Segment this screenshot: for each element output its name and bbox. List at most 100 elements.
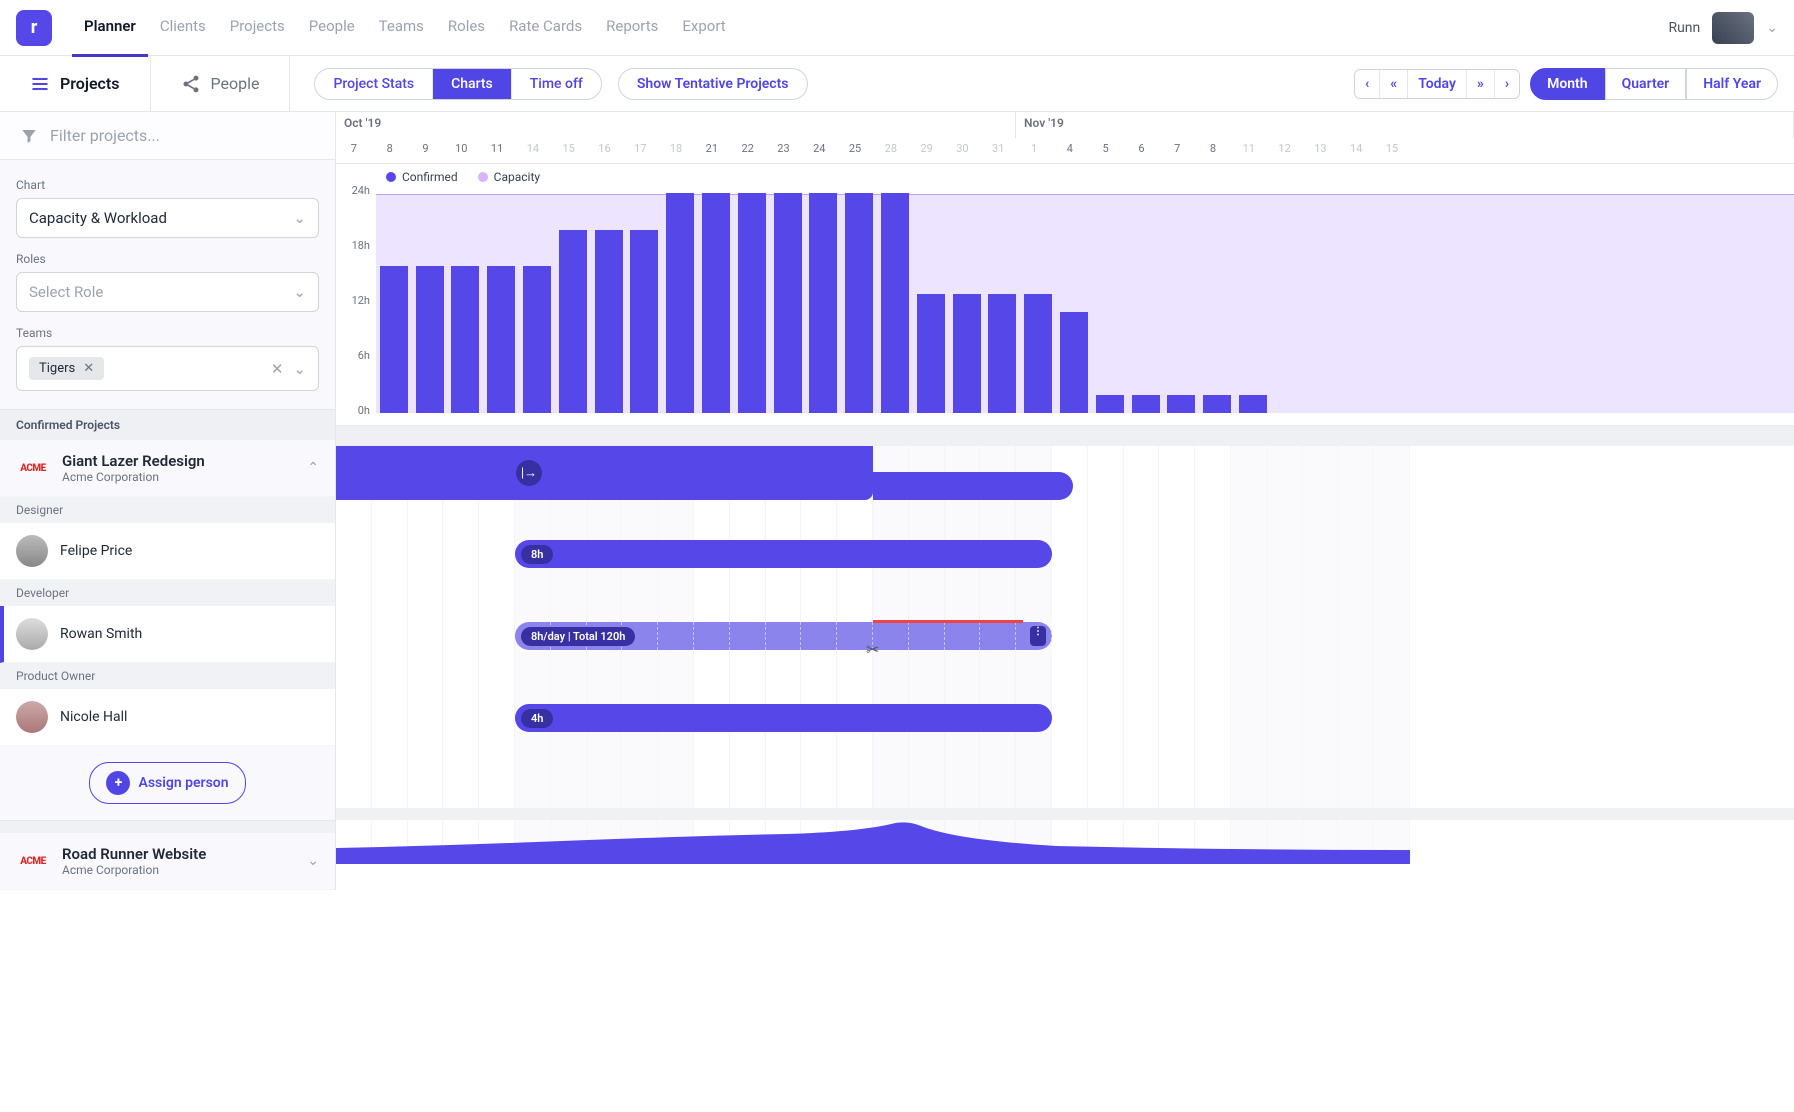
day-cell: 8 (1195, 138, 1231, 163)
top-nav: r PlannerClientsProjectsPeopleTeamsRoles… (0, 0, 1794, 56)
next-single-button[interactable]: › (1495, 70, 1519, 98)
nav-projects[interactable]: Projects (218, 0, 297, 57)
project-client: Acme Corporation (62, 470, 205, 484)
client-logo: ACME (16, 848, 50, 874)
user-menu[interactable]: Runn ⌄ (1668, 12, 1778, 44)
chevron-down-icon: ⌄ (293, 283, 306, 301)
project-row[interactable]: ACME Road Runner Website Acme Corporatio… (0, 833, 335, 890)
chart-bar (559, 230, 587, 413)
scissors-icon[interactable]: ✂ (866, 640, 879, 659)
chart-bar (487, 266, 515, 413)
share-icon (181, 74, 201, 94)
chart-bar (1132, 395, 1160, 413)
chart-bar (451, 266, 479, 413)
nav-reports[interactable]: Reports (594, 0, 670, 57)
range-selector: Month Quarter Half Year (1530, 68, 1778, 100)
chart-bar (917, 294, 945, 413)
allocation-label: 4h (521, 709, 553, 728)
chevron-down-icon: ⌄ (1766, 20, 1778, 36)
month-headers: Oct '19 Nov '19 (336, 112, 1794, 138)
capacity-chart: Confirmed Capacity 0h 6h 12h 18h 24h (336, 164, 1794, 426)
chart-bar (1060, 312, 1088, 413)
project-bar[interactable]: |→ (336, 446, 873, 500)
milestone-handle[interactable]: |→ (516, 460, 542, 486)
chart-bar (809, 193, 837, 413)
chevron-down-icon[interactable]: ⌄ (307, 853, 319, 869)
chart-bar (702, 193, 730, 413)
nav-planner[interactable]: Planner (72, 0, 148, 57)
chart-bar (845, 193, 873, 413)
nav-export[interactable]: Export (670, 0, 737, 57)
person-row[interactable]: Felipe Price (0, 523, 335, 580)
teams-select[interactable]: Tigers ✕ ✕ ⌄ (16, 346, 319, 391)
project-title: Road Runner Website (62, 845, 206, 863)
allocation-bar[interactable]: 4h (515, 704, 1052, 732)
user-avatar (1712, 12, 1754, 44)
prev-single-button[interactable]: ‹ (1355, 70, 1380, 98)
assign-person-button[interactable]: + Assign person (89, 762, 245, 804)
tab-projects[interactable]: Projects (0, 56, 151, 111)
view-time-off[interactable]: Time off (512, 69, 601, 99)
team-chip[interactable]: Tigers ✕ (29, 357, 104, 380)
chart-controls: Chart Capacity & Workload ⌄ Roles Select… (0, 160, 335, 410)
chart-bar (630, 230, 658, 413)
filter-input[interactable] (50, 126, 315, 145)
allocation-bar[interactable]: 8h (515, 540, 1052, 568)
chart-bar (1167, 395, 1195, 413)
avatar (16, 701, 48, 733)
close-icon[interactable]: ✕ (83, 361, 94, 376)
overbooking-indicator (873, 620, 1023, 623)
nav-clients[interactable]: Clients (148, 0, 218, 57)
project-row[interactable]: ACME Giant Lazer Redesign Acme Corporati… (0, 440, 335, 497)
role-header: Developer (0, 580, 335, 606)
section-confirmed: Confirmed Projects (0, 410, 335, 440)
sidebar: Chart Capacity & Workload ⌄ Roles Select… (0, 112, 336, 890)
allocation-bar-selected[interactable]: 8h/day | Total 120h ⋮ (515, 622, 1052, 650)
day-cell: 30 (945, 138, 981, 163)
next-double-button[interactable]: » (1467, 70, 1495, 98)
day-cell: 14 (1338, 138, 1374, 163)
roles-select[interactable]: Select Role ⌄ (16, 272, 319, 312)
day-cell: 28 (873, 138, 909, 163)
day-cell: 21 (694, 138, 730, 163)
today-button[interactable]: Today (1408, 70, 1467, 98)
view-charts[interactable]: Charts (433, 69, 512, 99)
chevron-up-icon[interactable]: ⌃ (307, 460, 319, 476)
clear-icon[interactable]: ✕ (271, 360, 284, 378)
nav-teams[interactable]: Teams (367, 0, 436, 57)
person-name: Felipe Price (60, 543, 132, 559)
nav-roles[interactable]: Roles (436, 0, 497, 57)
filter-icon (20, 127, 38, 145)
range-half-year[interactable]: Half Year (1686, 68, 1778, 100)
chart-bar (774, 193, 802, 413)
view-project-stats[interactable]: Project Stats (315, 69, 433, 99)
project-title: Giant Lazer Redesign (62, 452, 205, 470)
nav-rate-cards[interactable]: Rate Cards (497, 0, 594, 57)
role-header: Designer (0, 497, 335, 523)
allocation-menu-button[interactable]: ⋮ (1030, 626, 1046, 646)
day-cell: 22 (730, 138, 766, 163)
person-row[interactable]: Nicole Hall (0, 689, 335, 746)
avatar (16, 618, 48, 650)
chart-select[interactable]: Capacity & Workload ⌄ (16, 198, 319, 238)
allocation-label: 8h/day | Total 120h (521, 627, 635, 646)
project-bar[interactable] (336, 820, 1410, 864)
nav-people[interactable]: People (297, 0, 367, 57)
day-cell: 15 (1374, 138, 1410, 163)
person-name: Nicole Hall (60, 709, 127, 725)
view-selector: Project Stats Charts Time off (314, 68, 601, 100)
prev-double-button[interactable]: « (1380, 70, 1408, 98)
range-month[interactable]: Month (1530, 68, 1605, 100)
avatar (16, 535, 48, 567)
show-tentative-button[interactable]: Show Tentative Projects (618, 68, 808, 100)
chart-bar (988, 294, 1016, 413)
day-cell: 17 (622, 138, 658, 163)
day-cell: 13 (1303, 138, 1339, 163)
person-row[interactable]: Rowan Smith (0, 606, 335, 663)
chevron-down-icon: ⌄ (293, 209, 306, 227)
person-name: Rowan Smith (60, 626, 142, 642)
app-logo[interactable]: r (16, 10, 52, 46)
tab-people[interactable]: People (151, 56, 291, 111)
range-quarter[interactable]: Quarter (1605, 68, 1687, 100)
date-pager: ‹ « Today » › (1354, 69, 1520, 99)
